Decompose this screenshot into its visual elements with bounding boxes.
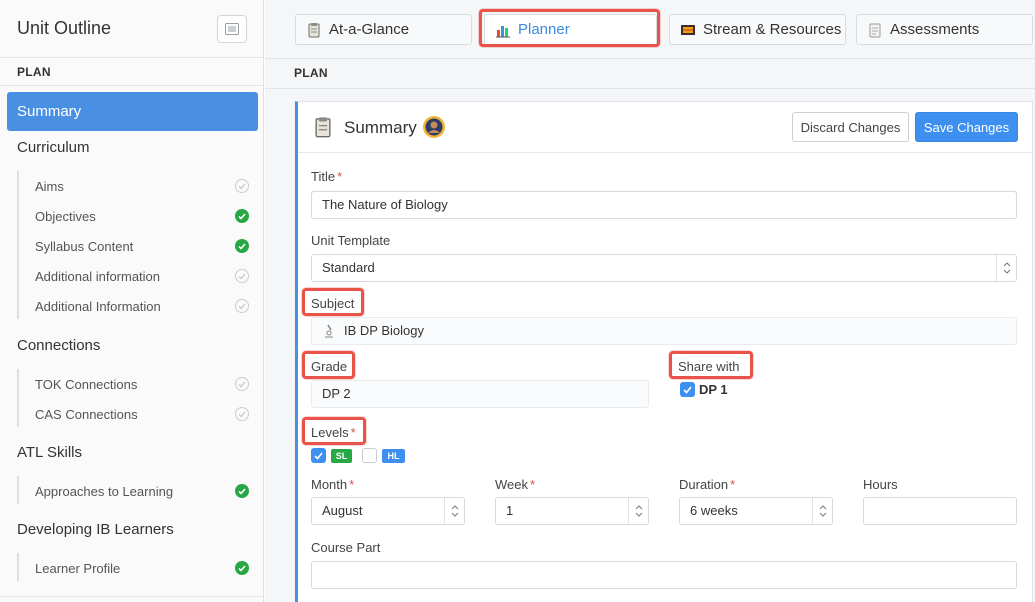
list-icon — [225, 22, 239, 35]
share-with-highlight — [669, 351, 753, 379]
tab-label: Stream & Resources — [703, 21, 842, 38]
sidebar-section-connections: Connections — [17, 337, 101, 354]
subject-highlight — [302, 288, 364, 316]
sidebar-title: Unit Outline — [17, 18, 112, 38]
sidebar-section-atl-skills: ATL Skills — [17, 444, 83, 461]
summary-card-header: Summary Discard Changes Save Changes — [298, 102, 1032, 153]
level-hl-badge: HL — [382, 449, 405, 463]
incomplete-check-icon — [235, 179, 249, 193]
sidebar-item-syllabus-content[interactable]: Syllabus Content — [35, 236, 249, 256]
tab-at-a-glance[interactable]: At-a-Glance — [295, 14, 472, 45]
unit-template-label: Unit Template — [311, 233, 391, 248]
week-label: Week * — [495, 477, 536, 492]
complete-check-icon — [235, 484, 249, 498]
tab-label: At-a-Glance — [329, 21, 410, 38]
sidebar-item-summary[interactable]: Summary — [7, 92, 258, 131]
sidebar-item-label: Aims — [35, 178, 64, 194]
microscope-icon — [325, 324, 333, 338]
card-title: Summary — [344, 118, 417, 137]
sidebar-item-approaches-to-learning[interactable]: Approaches to Learning — [35, 481, 249, 501]
planner-tab-highlight — [479, 9, 660, 47]
duration-select[interactable]: 6 weeks — [679, 497, 833, 525]
complete-check-icon — [235, 209, 249, 223]
sidebar-item-label: Approaches to Learning — [35, 483, 174, 499]
hours-label: Hours — [863, 477, 898, 492]
complete-check-icon — [235, 561, 249, 575]
course-part-input[interactable] — [311, 561, 1017, 589]
level-sl-badge: SL — [331, 449, 352, 463]
chevron-updown-icon — [444, 498, 464, 524]
sidebar-item-cas-connections[interactable]: CAS Connections — [35, 404, 249, 424]
sidebar-item-tok-connections[interactable]: TOK Connections — [35, 374, 249, 394]
incomplete-check-icon — [235, 299, 249, 313]
month-select[interactable]: August — [311, 497, 465, 525]
course-part-label: Course Part — [311, 540, 381, 555]
sidebar-item-label: CAS Connections — [35, 406, 138, 422]
plan-divider — [265, 88, 1035, 89]
notepad-icon — [869, 23, 881, 37]
sidebar-item-objectives[interactable]: Objectives — [35, 206, 249, 226]
incomplete-check-icon — [235, 377, 249, 391]
grade-highlight — [302, 351, 355, 379]
sidebar-section-curriculum: Curriculum — [17, 139, 90, 156]
discard-changes-button[interactable]: Discard Changes — [792, 112, 909, 142]
sidebar-item-learner-profile[interactable]: Learner Profile — [35, 558, 249, 578]
sidebar-toggle-button[interactable] — [217, 14, 247, 43]
unit-outline-sidebar: Unit Outline PLAN Summary Curriculum Aim… — [0, 0, 264, 602]
sidebar-item-label: Syllabus Content — [35, 238, 134, 254]
sidebar-header: Unit Outline — [0, 0, 263, 58]
sidebar-item-label: Additional information — [35, 268, 161, 284]
duration-label: Duration * — [679, 477, 736, 492]
grade-field: DP 2 — [311, 380, 649, 408]
avatar — [423, 116, 445, 138]
unit-template-value: Standard — [322, 260, 375, 275]
sidebar-item-aims[interactable]: Aims — [35, 176, 249, 196]
chevron-updown-icon — [628, 498, 648, 524]
sidebar-item-label: Objectives — [35, 208, 96, 224]
chevron-updown-icon — [996, 255, 1016, 281]
film-icon — [681, 24, 695, 35]
sidebar-section-developing-ib-learners: Developing IB Learners — [17, 521, 174, 538]
sidebar-item-label: Learner Profile — [35, 560, 121, 576]
subject-value: IB DP Biology — [344, 323, 424, 338]
sidebar-divider — [0, 596, 263, 597]
title-input[interactable]: The Nature of Biology — [311, 191, 1017, 219]
tab-stream-resources[interactable]: Stream & Resources — [669, 14, 846, 45]
month-value: August — [322, 503, 363, 518]
incomplete-check-icon — [235, 269, 249, 283]
unit-template-select[interactable]: Standard — [311, 254, 1017, 282]
week-select[interactable]: 1 — [495, 497, 649, 525]
tabbar-divider — [265, 58, 1035, 59]
chevron-updown-icon — [812, 498, 832, 524]
complete-check-icon — [235, 239, 249, 253]
levels-highlight — [302, 417, 366, 445]
sidebar-item-label: TOK Connections — [35, 376, 138, 392]
level-sl-checkbox[interactable] — [311, 448, 326, 463]
summary-card: Summary Discard Changes Save Changes Tit… — [295, 101, 1033, 602]
sidebar-item-additional-information-2[interactable]: Additional Information — [35, 296, 249, 316]
share-dp1-label: DP 1 — [699, 382, 728, 397]
level-hl-checkbox[interactable] — [362, 448, 377, 463]
sidebar-item-additional-information-1[interactable]: Additional information — [35, 266, 249, 286]
sidebar-plan-label: PLAN — [0, 58, 263, 86]
tab-assessments[interactable]: Assessments — [856, 14, 1033, 45]
incomplete-check-icon — [235, 407, 249, 421]
tab-label: Assessments — [890, 21, 980, 38]
plan-label: PLAN — [294, 66, 328, 80]
clipboard-icon — [315, 117, 331, 138]
save-changes-button[interactable]: Save Changes — [915, 112, 1018, 142]
hours-input[interactable] — [863, 497, 1017, 525]
clipboard-icon — [308, 22, 320, 37]
share-dp1-checkbox[interactable] — [680, 382, 695, 397]
main-content: At-a-Glance Planner Stream & Resources A… — [265, 0, 1035, 602]
title-label: Title * — [311, 169, 343, 184]
duration-value: 6 weeks — [690, 503, 738, 518]
subject-field: IB DP Biology — [311, 317, 1017, 345]
month-label: Month * — [311, 477, 355, 492]
sidebar-item-label: Additional Information — [35, 298, 161, 314]
week-value: 1 — [506, 503, 514, 518]
